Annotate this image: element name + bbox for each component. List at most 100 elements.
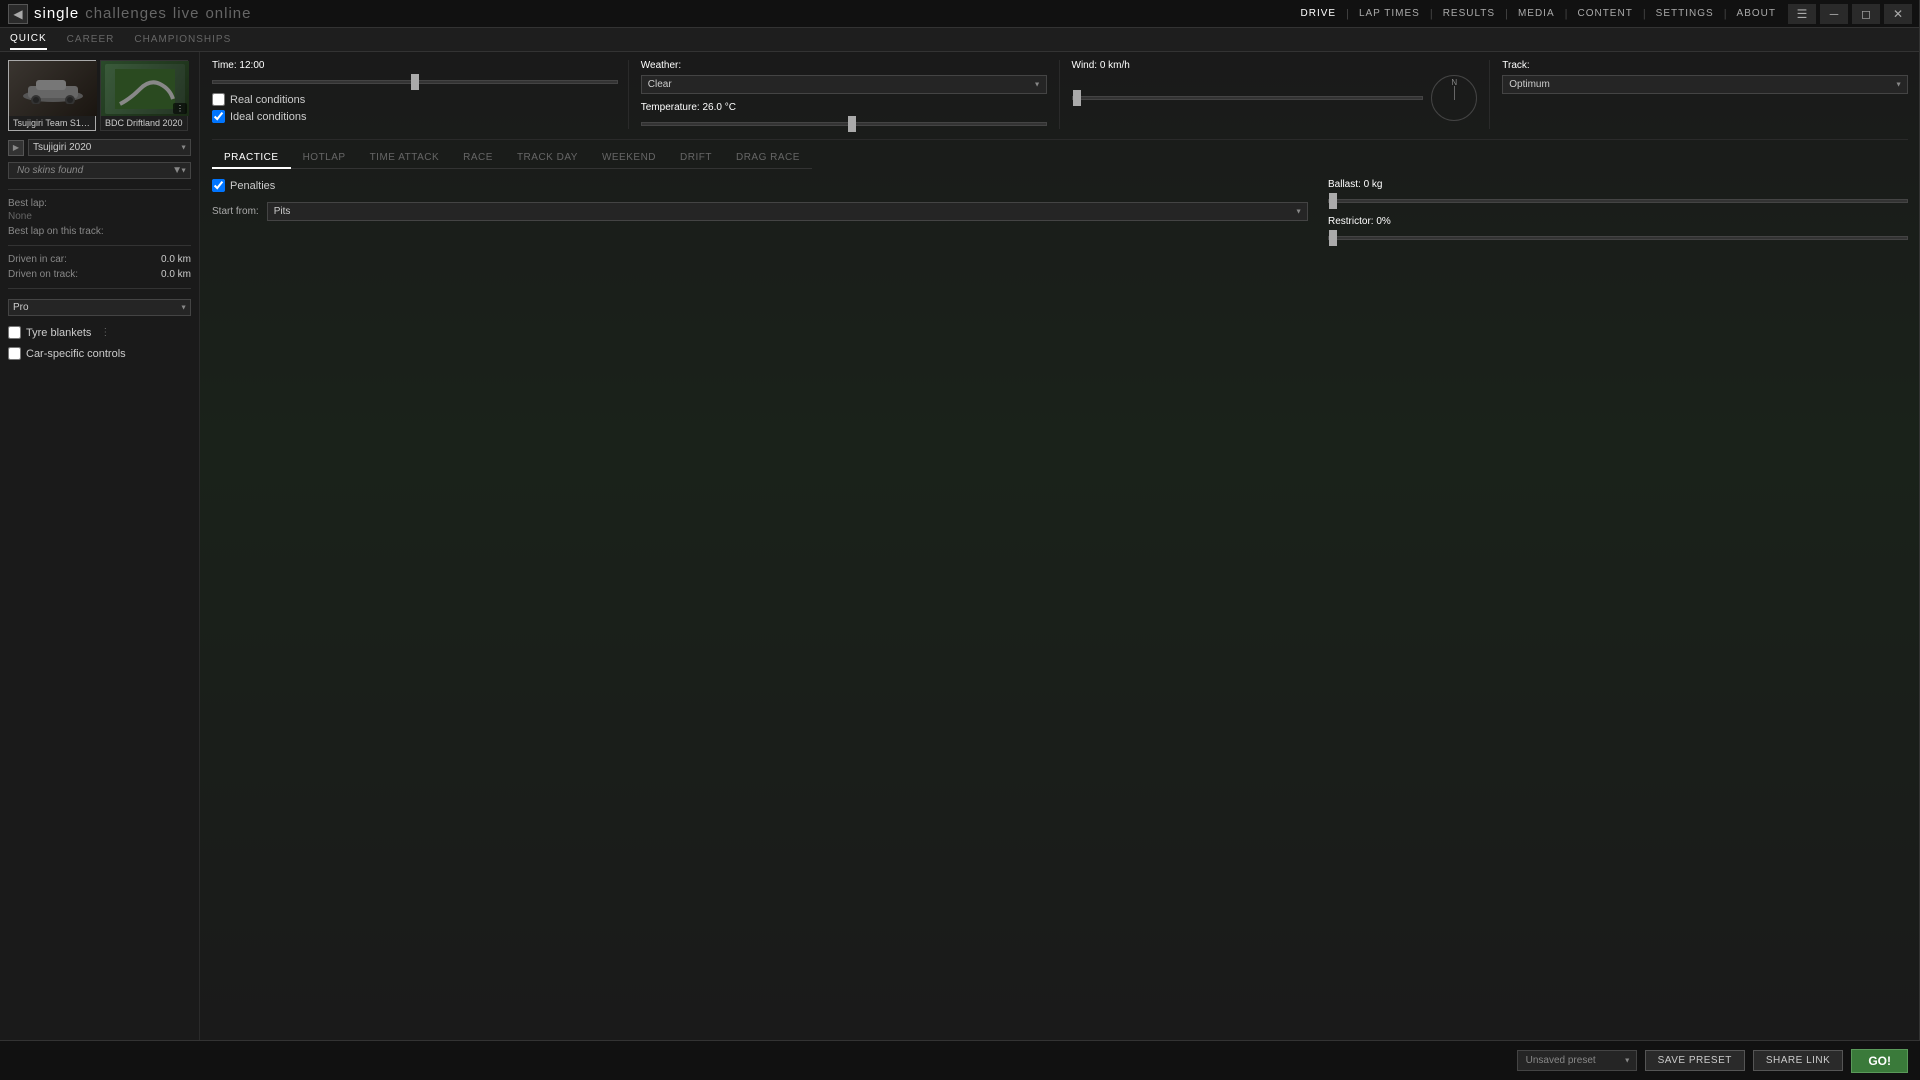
start-from-row: Start from: Pits Hotlap Random [212, 202, 1308, 221]
tyre-blankets-info-icon[interactable]: ⋮ [97, 327, 113, 338]
restrictor-label: Restrictor: 0% [1328, 216, 1908, 227]
divider-1 [8, 245, 191, 246]
tab-weekend[interactable]: WEEKEND [590, 148, 668, 169]
title-challenges: challenges [85, 5, 167, 22]
ballast-section: Ballast: 0 kg [1328, 179, 1908, 206]
real-conditions-checkbox[interactable] [212, 93, 225, 106]
car-specific-checkbox-label[interactable]: Car-specific controls [8, 347, 191, 360]
temperature-label: Temperature: 26.0 °C [641, 102, 1047, 113]
preset-select-wrapper: Unsaved preset [1517, 1050, 1637, 1071]
weather-dropdown-wrapper: ▼ Clear Cloudy Rain [641, 75, 1047, 94]
window-controls: ☰ ─ ◻ ✕ [1788, 4, 1912, 24]
car-select-icon[interactable]: ▶ [8, 140, 24, 156]
subnav: QUICK CAREER CHAMPIONSHIPS [0, 28, 1920, 52]
compass-needle [1454, 86, 1455, 100]
car-silhouette-icon [18, 74, 88, 104]
time-section: Time: 12:00 Real conditions Ideal condit… [212, 60, 629, 129]
practice-content: Penalties Start from: Pits Hotlap Random [212, 179, 1908, 243]
tab-drag-race[interactable]: DRAG RACE [724, 148, 812, 169]
car-select-wrapper: Tsujigiri 2020 [28, 139, 191, 156]
restrictor-slider[interactable] [1328, 236, 1908, 240]
weather-select[interactable]: Clear Cloudy Rain [641, 75, 1047, 94]
track-section: Track: ▼ Optimum Green Fast Dusty [1490, 60, 1908, 129]
car-cards: Tsujigiri Team S14 SR20 - Ben S... ⋮ [8, 60, 191, 131]
wind-compass: N [1431, 75, 1477, 121]
tab-track-day[interactable]: TRACK DAY [505, 148, 590, 169]
tab-time-attack[interactable]: TIME ATTACK [358, 148, 452, 169]
tab-practice[interactable]: PRACTICE [212, 148, 291, 169]
share-link-button[interactable]: Share link [1753, 1050, 1843, 1071]
subnav-quick[interactable]: QUICK [10, 29, 47, 50]
tab-race[interactable]: RACE [451, 148, 505, 169]
back-button[interactable]: ◀ [8, 4, 28, 24]
save-preset-button[interactable]: Save preset [1645, 1050, 1745, 1071]
nav-content[interactable]: CONTENT [1577, 8, 1632, 19]
ideal-conditions-label[interactable]: Ideal conditions [212, 110, 618, 123]
tab-hotlap[interactable]: HOTLAP [291, 148, 358, 169]
penalties-row: Penalties [212, 179, 1308, 192]
time-value: 12:00 [239, 60, 264, 71]
ideal-conditions-checkbox[interactable] [212, 110, 225, 123]
settings-area: Time: 12:00 Real conditions Ideal condit… [200, 52, 1920, 1040]
track-select[interactable]: Optimum Green Fast Dusty [1502, 75, 1908, 94]
car-card-tsujigiri[interactable]: Tsujigiri Team S14 SR20 - Ben S... [8, 60, 96, 131]
track-card-name: BDC Driftland 2020 [101, 116, 187, 130]
track-label: Track: [1502, 60, 1908, 71]
tyre-blankets-checkbox[interactable] [8, 326, 21, 339]
start-from-select[interactable]: Pits Hotlap Random [267, 202, 1308, 221]
nav-results[interactable]: RESULTS [1443, 8, 1495, 19]
weather-section: Weather: ▼ Clear Cloudy Rain Temperature… [629, 60, 1060, 129]
temperature-slider[interactable] [641, 122, 1047, 126]
restrictor-section: Restrictor: 0% [1328, 216, 1908, 243]
hamburger-button[interactable]: ☰ [1788, 4, 1816, 24]
start-from-select-wrapper: Pits Hotlap Random [267, 202, 1308, 221]
tab-drift[interactable]: DRIFT [668, 148, 724, 169]
track-card-img: ⋮ [101, 61, 189, 116]
ballast-slider[interactable] [1328, 199, 1908, 203]
subnav-career[interactable]: CAREER [67, 30, 115, 49]
main-content: Tsujigiri Team S14 SR20 - Ben S... ⋮ [0, 52, 1920, 1040]
wind-label: Wind: 0 km/h [1072, 60, 1478, 71]
close-button[interactable]: ✕ [1884, 4, 1912, 24]
nav-settings[interactable]: SETTINGS [1656, 8, 1714, 19]
driven-track-row: Driven on track: 0.0 km [8, 269, 191, 280]
conditions-block: Real conditions Ideal conditions [212, 93, 618, 123]
ballast-label: Ballast: 0 kg [1328, 179, 1908, 190]
track-card-bdc[interactable]: ⋮ BDC Driftland 2020 [100, 60, 188, 131]
weather-label: Weather: [641, 60, 1047, 71]
penalties-checkbox[interactable] [212, 179, 225, 192]
time-slider[interactable] [212, 80, 618, 84]
real-conditions-label[interactable]: Real conditions [212, 93, 618, 106]
nav-drive[interactable]: DRIVE [1301, 8, 1337, 19]
title-single: single [34, 5, 79, 22]
skins-button[interactable]: No skins found ▼ [8, 162, 191, 179]
tyre-blankets-checkbox-label[interactable]: Tyre blankets [8, 326, 91, 339]
go-button[interactable]: Go! [1851, 1049, 1908, 1073]
subnav-championships[interactable]: CHAMPIONSHIPS [134, 30, 231, 49]
nav-about[interactable]: ABOUT [1737, 8, 1776, 19]
best-lap-value: None [8, 211, 191, 222]
car-card-img [9, 61, 97, 116]
car-select-row: ▶ Tsujigiri 2020 [8, 139, 191, 156]
nav-laptimes[interactable]: LAP TIMES [1359, 8, 1420, 19]
driven-car-value: 0.0 km [161, 254, 191, 265]
preset-select[interactable]: Unsaved preset [1517, 1050, 1637, 1071]
wind-slider[interactable] [1072, 96, 1424, 100]
wind-row: N [1072, 75, 1478, 121]
titlebar-right: DRIVE | LAP TIMES | RESULTS | MEDIA | CO… [1301, 4, 1912, 24]
top-nav: DRIVE | LAP TIMES | RESULTS | MEDIA | CO… [1301, 8, 1776, 20]
minimize-button[interactable]: ─ [1820, 4, 1848, 24]
title-live: live [173, 5, 200, 22]
penalties-checkbox-label[interactable]: Penalties [212, 179, 1308, 192]
maximize-button[interactable]: ◻ [1852, 4, 1880, 24]
compound-select[interactable]: Pro [8, 299, 191, 316]
driven-car-label: Driven in car: [8, 254, 67, 265]
nav-media[interactable]: MEDIA [1518, 8, 1555, 19]
car-select[interactable]: Tsujigiri 2020 [28, 139, 191, 156]
titlebar: ◀ single challenges live online DRIVE | … [0, 0, 1920, 28]
track-thumbnail-icon [115, 69, 175, 109]
divider-2 [8, 288, 191, 289]
best-lap-label: Best lap: [8, 198, 191, 209]
car-specific-checkbox[interactable] [8, 347, 21, 360]
best-lap-track-label: Best lap on this track: [8, 226, 191, 237]
